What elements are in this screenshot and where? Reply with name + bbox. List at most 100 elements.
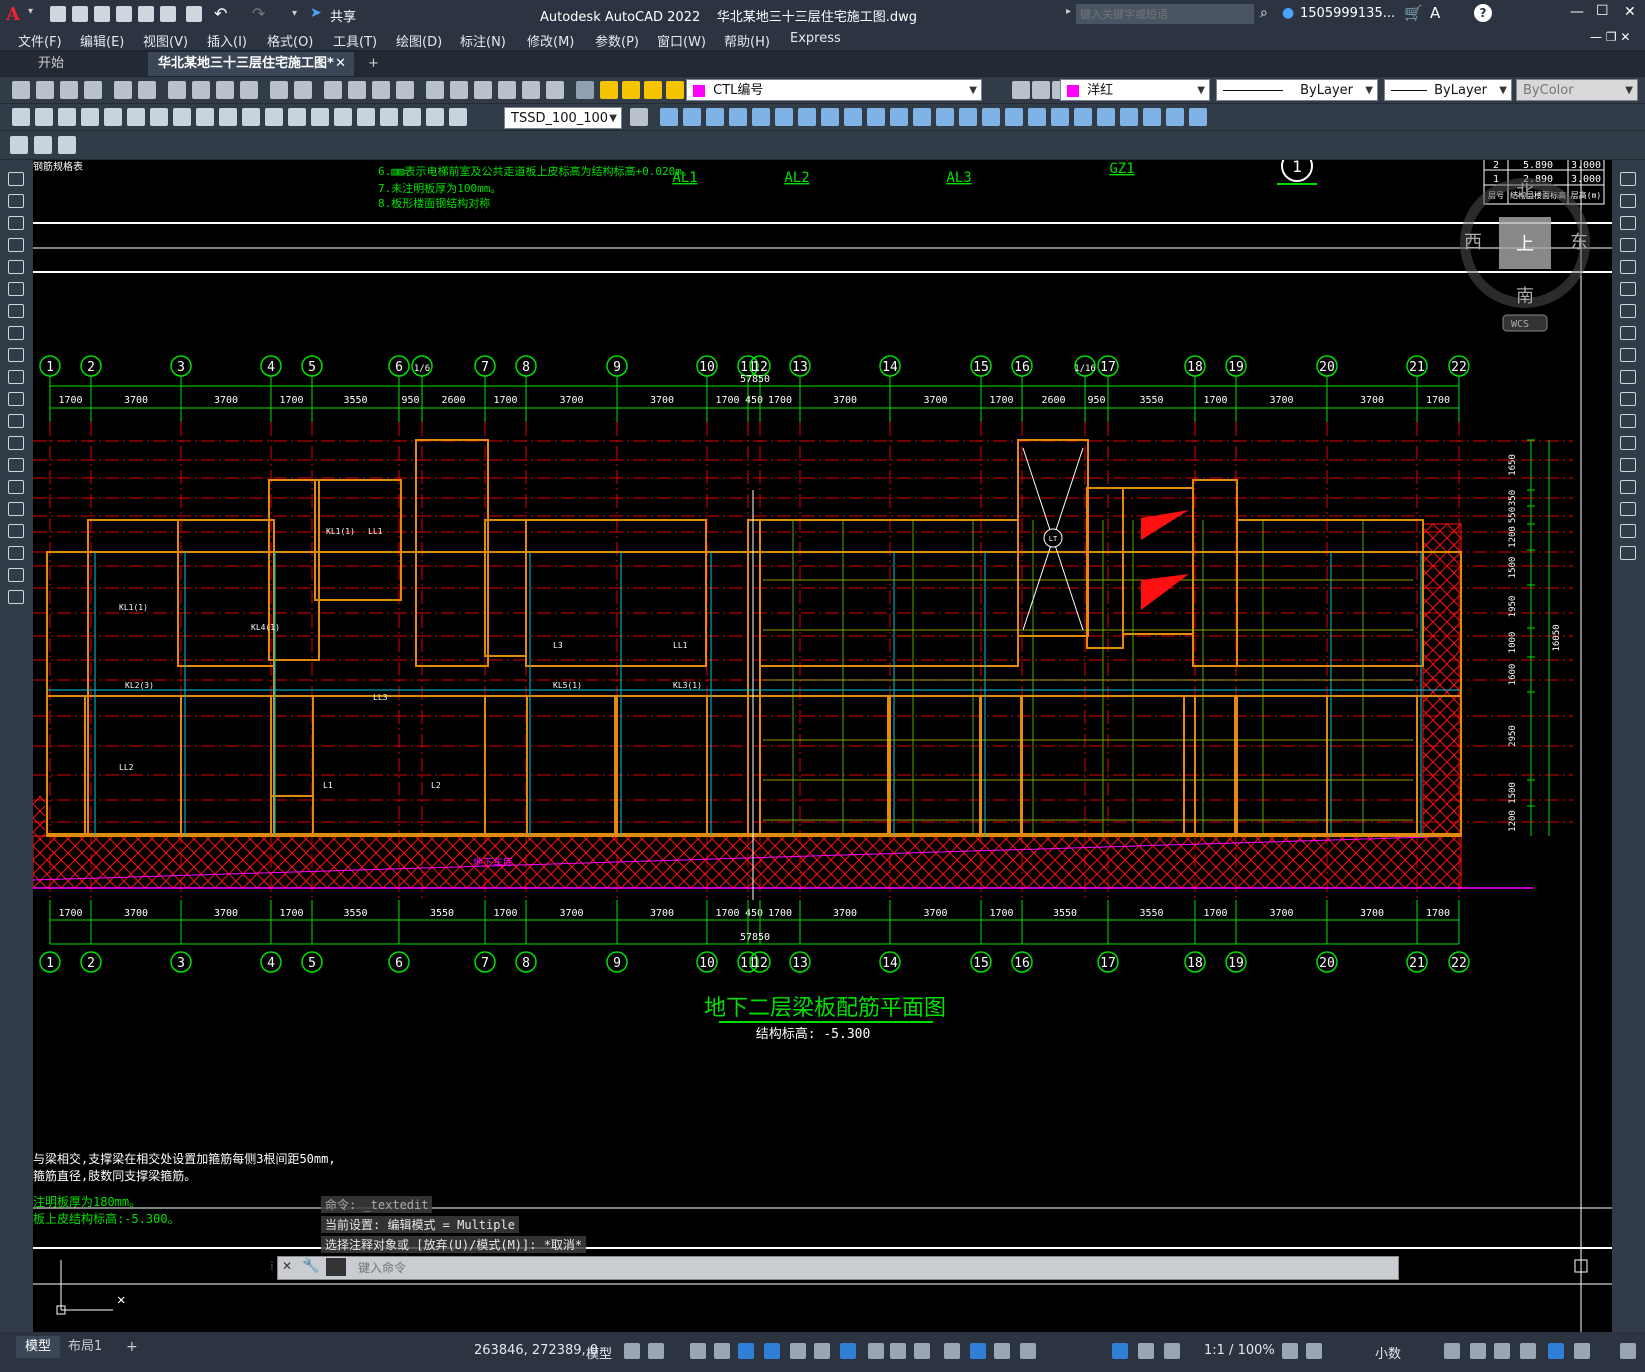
move-icon[interactable] — [660, 108, 678, 126]
maximize-button[interactable]: ☐ — [1596, 3, 1609, 19]
autocad-logo-icon[interactable]: A — [6, 4, 20, 25]
make-block-icon[interactable] — [8, 436, 24, 450]
menu-dimension[interactable]: 标注(N) — [460, 31, 506, 50]
pan-icon[interactable] — [324, 81, 342, 99]
array-icon[interactable] — [1620, 260, 1636, 274]
tolerance-icon[interactable] — [311, 108, 329, 126]
break-at-point-icon[interactable] — [1620, 414, 1636, 428]
add-selected-icon[interactable] — [8, 590, 24, 604]
join-icon[interactable] — [844, 108, 862, 126]
open-file-icon[interactable] — [72, 6, 88, 22]
hardware-accel-icon[interactable] — [1548, 1343, 1564, 1359]
revcloud-icon[interactable] — [8, 326, 24, 340]
model-space-toggle[interactable]: 模型 — [586, 1343, 612, 1362]
command-line[interactable]: ⁞ ✕ 🔧 — [270, 1256, 1399, 1280]
rotate-icon[interactable] — [729, 108, 747, 126]
erase-icon[interactable] — [1620, 172, 1636, 186]
help-icon[interactable]: ? — [1474, 4, 1492, 22]
arc-dim-icon[interactable] — [58, 108, 76, 126]
dim-break-icon[interactable] — [288, 108, 306, 126]
fillet-icon[interactable] — [1620, 502, 1636, 516]
tab-layout1[interactable]: 布局1 — [68, 1336, 102, 1358]
group-icon[interactable] — [1028, 108, 1046, 126]
plot-icon[interactable] — [186, 6, 202, 22]
erase-icon[interactable] — [1005, 108, 1023, 126]
baseline-dim-icon[interactable] — [219, 108, 237, 126]
3dosnap-icon[interactable] — [944, 1343, 960, 1359]
purge-icon[interactable] — [58, 136, 76, 154]
spline-icon[interactable] — [8, 348, 24, 362]
blend-icon[interactable] — [1620, 524, 1636, 538]
gizmo-icon[interactable] — [1020, 1343, 1036, 1359]
viewcube-top[interactable]: 上 — [1516, 234, 1534, 255]
extend-icon[interactable] — [1620, 392, 1636, 406]
viewcube-west[interactable]: 西 — [1464, 232, 1482, 253]
explode-icon[interactable] — [913, 108, 931, 126]
save-icon[interactable] — [94, 6, 110, 22]
search-icon[interactable]: ⌕ — [1260, 5, 1268, 21]
viewcube-east[interactable]: 东 — [1570, 232, 1588, 253]
share-icon[interactable]: ➤ — [310, 5, 322, 21]
ordinate-dim-icon[interactable] — [81, 108, 99, 126]
rotate-icon[interactable] — [1620, 304, 1636, 318]
break-icon[interactable] — [1620, 436, 1636, 450]
annotation-monitor-icon[interactable] — [1306, 1343, 1322, 1359]
redo-icon[interactable] — [294, 81, 312, 99]
undo-icon[interactable] — [270, 81, 288, 99]
app-menu-chevron-icon[interactable]: ▾ — [28, 6, 33, 17]
menu-file[interactable]: 文件(F) — [18, 31, 62, 50]
make-current-icon[interactable] — [1012, 81, 1030, 99]
layer-combo[interactable]: CTL编号 ▼ — [686, 79, 982, 101]
sheet-set-icon[interactable] — [498, 81, 516, 99]
dim-update-icon[interactable] — [449, 108, 467, 126]
share-button[interactable]: 共享 — [330, 6, 356, 25]
redo-icon[interactable]: ↷ — [252, 4, 265, 23]
insert-block-icon[interactable] — [1097, 108, 1115, 126]
attribute-icon[interactable] — [1120, 108, 1138, 126]
lineweight-icon[interactable] — [868, 1343, 884, 1359]
calculator-icon[interactable] — [546, 81, 564, 99]
linetype-combo[interactable]: ByLayer ▼ — [1216, 79, 1378, 101]
tab-close-icon[interactable]: ✕ — [335, 52, 346, 76]
cart-icon[interactable]: 🛒 — [1404, 4, 1423, 22]
tab-active-drawing[interactable]: 华北某地三十三层住宅施工图* ✕ — [148, 52, 354, 76]
lock-ui-icon[interactable] — [1494, 1343, 1510, 1359]
quick-dim-icon[interactable] — [196, 108, 214, 126]
menu-draw[interactable]: 绘图(D) — [396, 31, 442, 50]
dim-space-icon[interactable] — [265, 108, 283, 126]
units-setting[interactable]: 小数 — [1375, 1343, 1401, 1362]
polyline-icon[interactable] — [8, 216, 24, 230]
offset-icon[interactable] — [1620, 238, 1636, 252]
osnap-tracking-icon[interactable] — [814, 1343, 830, 1359]
dimstyle-manager-icon[interactable] — [630, 108, 648, 126]
menu-modify[interactable]: 修改(M) — [527, 31, 574, 50]
region-icon[interactable] — [8, 524, 24, 538]
user-icon[interactable]: ● — [1282, 5, 1294, 21]
markup-icon[interactable] — [522, 81, 540, 99]
dim-edit-icon[interactable] — [403, 108, 421, 126]
search-input[interactable] — [1076, 4, 1254, 24]
copy-obj-icon[interactable] — [683, 108, 701, 126]
save-as-icon[interactable] — [116, 6, 132, 22]
color-combo[interactable]: 洋红 ▼ — [1060, 79, 1210, 101]
quick-props-icon[interactable] — [1470, 1343, 1486, 1359]
ellipse-icon[interactable] — [8, 370, 24, 384]
grid-icon[interactable] — [624, 1343, 640, 1359]
menu-tools[interactable]: 工具(T) — [333, 31, 377, 50]
search-expand-icon[interactable]: ▸ — [1066, 6, 1071, 17]
command-close-icon[interactable]: ✕ — [282, 1259, 292, 1273]
center-mark-icon[interactable] — [334, 108, 352, 126]
auto-scale-icon[interactable] — [1138, 1343, 1154, 1359]
isolate-icon[interactable] — [1520, 1343, 1536, 1359]
selection-cycling-icon[interactable] — [914, 1343, 930, 1359]
point-icon[interactable] — [8, 458, 24, 472]
dim-text-edit-icon[interactable] — [426, 108, 444, 126]
zoom-previous-icon[interactable] — [396, 81, 414, 99]
linear-dim-icon[interactable] — [12, 108, 30, 126]
menu-edit[interactable]: 编辑(E) — [80, 31, 124, 50]
new-file-icon[interactable] — [50, 6, 66, 22]
rectangle-icon[interactable] — [8, 260, 24, 274]
command-input[interactable] — [356, 1258, 1360, 1278]
help-icon[interactable] — [576, 81, 594, 99]
scale-icon[interactable] — [752, 108, 770, 126]
